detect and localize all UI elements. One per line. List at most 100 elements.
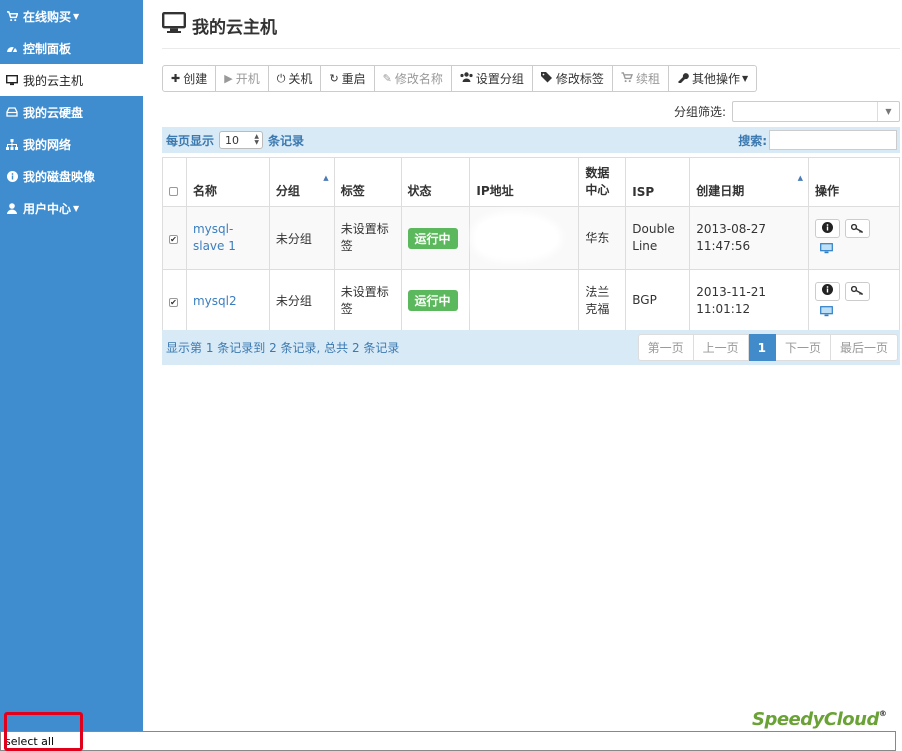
host-name-link[interactable]: mysql2 bbox=[193, 294, 237, 308]
sidebar-item-label: 我的磁盘映像 bbox=[23, 169, 96, 184]
datacenter: 华东 bbox=[578, 206, 627, 270]
rename-label: 修改名称 bbox=[394, 72, 443, 86]
redacted-ip bbox=[476, 278, 559, 320]
renew-button[interactable]: 续租 bbox=[612, 65, 669, 92]
col-header-datacenter[interactable]: 数据中心 bbox=[578, 157, 627, 207]
host-group: 未分组 bbox=[268, 269, 335, 332]
status-badge: 运行中 bbox=[407, 290, 458, 311]
set-group-button[interactable]: 设置分组 bbox=[451, 65, 533, 92]
details-button[interactable] bbox=[815, 219, 840, 238]
console-button[interactable] bbox=[820, 243, 893, 257]
info-icon bbox=[822, 284, 833, 298]
page-size-select[interactable]: 10 ▲ ▼ bbox=[219, 131, 264, 149]
tags-icon bbox=[540, 71, 553, 86]
caret-down-icon: ▼ bbox=[73, 203, 80, 213]
table-controls: 每页显示 10 ▲ ▼ 条记录 搜索: bbox=[162, 127, 900, 153]
key-button[interactable] bbox=[845, 281, 870, 301]
sidebar-item-dashboard[interactable]: 控制面板 bbox=[0, 32, 143, 64]
host-tag: 未设置标签 bbox=[340, 284, 389, 316]
group-filter-label: 分组筛选: bbox=[673, 105, 726, 119]
rename-button[interactable]: ✎ 修改名称 bbox=[374, 65, 452, 92]
col-header-tag[interactable]: 标签 bbox=[333, 157, 402, 207]
monitor-icon bbox=[820, 305, 833, 320]
user-icon bbox=[6, 202, 18, 214]
monitor-icon bbox=[6, 74, 18, 86]
host-tag-cell: 未设置标签 bbox=[333, 206, 402, 270]
info-icon bbox=[822, 221, 833, 236]
hosts-table: 名称 分组 ▲ 标签 状态 IP地址 数据中心 ISP 创建日期 ▲ 操作 ✔ my… bbox=[162, 157, 900, 332]
col-header-label: IP地址 bbox=[476, 184, 514, 198]
next-page-button[interactable]: 下一页 bbox=[775, 334, 831, 361]
users-icon bbox=[460, 72, 473, 85]
col-header-group[interactable]: 分组 ▲ bbox=[268, 157, 335, 207]
sidebar-item-buy-online[interactable]: 在线购买 ▼ bbox=[0, 0, 143, 32]
datacenter: 法兰克福 bbox=[578, 269, 627, 332]
first-page-button[interactable]: 第一页 bbox=[637, 334, 694, 361]
col-header-status[interactable]: 状态 bbox=[400, 157, 471, 207]
host-tag: 未设置标签 bbox=[340, 222, 389, 253]
table-footer: 显示第 1 条记录到 2 条记录, 总共 2 条记录 第一页 上一页 1 下一页… bbox=[162, 330, 900, 365]
host-name-cell: mysql-slave 1 bbox=[185, 206, 270, 270]
page-size-value: 10 bbox=[225, 133, 240, 147]
host-tag-cell: 未设置标签 bbox=[333, 269, 402, 332]
row-checkbox[interactable]: ✔ bbox=[169, 297, 178, 307]
page-size-prefix: 每页显示 bbox=[166, 133, 215, 148]
row-checkbox[interactable]: ✔ bbox=[169, 235, 178, 244]
shutdown-label: 关机 bbox=[288, 72, 313, 86]
monitor-icon bbox=[820, 243, 833, 257]
table-row[interactable]: ✔ mysql2 未分组 未设置标签 运行中 法兰克福 BGP 2013-11-… bbox=[162, 269, 900, 332]
network-icon bbox=[6, 138, 18, 150]
create-label: 创建 bbox=[183, 72, 208, 86]
highlight-box bbox=[4, 712, 83, 751]
col-header-isp[interactable]: ISP bbox=[625, 157, 691, 207]
sidebar-item-my-disks[interactable]: 我的云硬盘 bbox=[0, 96, 143, 128]
restart-button[interactable]: ↻ 重启 bbox=[321, 65, 375, 92]
details-button[interactable] bbox=[815, 281, 840, 301]
other-actions-dropdown[interactable]: 其他操作 ▼ bbox=[668, 65, 758, 92]
sidebar-item-my-hosts[interactable]: 我的云主机 bbox=[0, 64, 143, 96]
created-date: 2013-08-27 11:47:56 bbox=[689, 206, 809, 270]
create-button[interactable]: ✚ 创建 bbox=[162, 65, 217, 92]
group-filter-select[interactable]: ▼ bbox=[732, 101, 900, 122]
play-icon: ▶ bbox=[224, 72, 233, 85]
last-page-button[interactable]: 最后一页 bbox=[830, 334, 898, 361]
key-button[interactable] bbox=[845, 219, 870, 238]
select-all-checkbox[interactable] bbox=[169, 187, 178, 196]
page-1-button[interactable]: 1 bbox=[748, 334, 776, 361]
row-select-cell: ✔ bbox=[162, 269, 187, 332]
restart-label: 重启 bbox=[341, 72, 366, 86]
table-row[interactable]: ✔ mysql-slave 1 未分组 未设置标签 运行中 华东 Double … bbox=[162, 206, 900, 270]
start-label: 开机 bbox=[235, 72, 260, 86]
col-header-created[interactable]: 创建日期 ▲ bbox=[689, 157, 809, 207]
search-label: 搜索: bbox=[738, 133, 767, 148]
sidebar-item-user-center[interactable]: 用户中心 ▼ bbox=[0, 192, 143, 224]
col-header-ip[interactable]: IP地址 bbox=[469, 157, 580, 207]
col-header-name[interactable]: 名称 bbox=[185, 157, 270, 207]
row-actions bbox=[808, 269, 900, 332]
console-button[interactable] bbox=[820, 305, 893, 320]
updown-icon: ▲ ▼ bbox=[254, 133, 260, 146]
sidebar-item-my-network[interactable]: 我的网络 bbox=[0, 128, 143, 160]
title-divider bbox=[162, 48, 900, 49]
search-input[interactable] bbox=[769, 130, 897, 150]
host-name-link[interactable]: mysql-slave 1 bbox=[193, 221, 263, 255]
redacted-ip bbox=[476, 215, 559, 258]
sidebar-item-my-images[interactable]: 我的磁盘映像 bbox=[0, 160, 143, 192]
host-group: 未分组 bbox=[268, 206, 335, 270]
plus-icon: ✚ bbox=[171, 72, 181, 85]
start-button[interactable]: ▶ 开机 bbox=[216, 65, 269, 92]
sidebar-item-label: 在线购买 bbox=[23, 9, 72, 24]
col-header-label: ISP bbox=[632, 185, 655, 199]
edit-tags-button[interactable]: 修改标签 bbox=[532, 65, 613, 92]
col-header-label: 状态 bbox=[407, 184, 432, 198]
page-title: 我的云主机 bbox=[162, 12, 277, 38]
speedycloud-logo: SpeedyCloud® bbox=[752, 709, 887, 730]
col-header-label: 名称 bbox=[192, 184, 217, 198]
prev-page-button[interactable]: 上一页 bbox=[693, 334, 749, 361]
set-group-label: 设置分组 bbox=[475, 72, 524, 86]
monitor-icon bbox=[162, 12, 187, 38]
shutdown-button[interactable]: ⏻ 关机 bbox=[268, 65, 322, 92]
dashboard-icon bbox=[6, 42, 18, 54]
records-info: 显示第 1 条记录到 2 条记录, 总共 2 条记录 bbox=[166, 341, 400, 355]
page-title-text: 我的云主机 bbox=[192, 17, 277, 38]
